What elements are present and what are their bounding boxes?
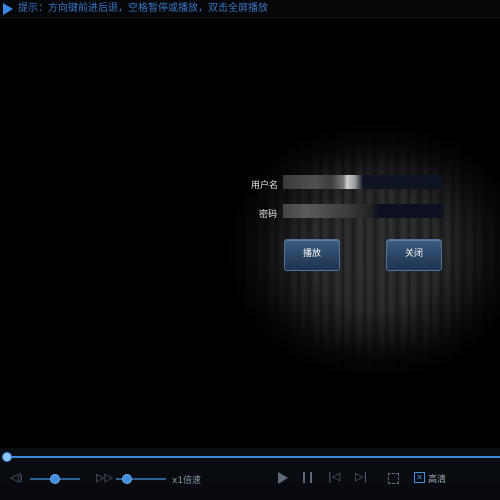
keyboard-hint-text: 提示：方向键前进后退，空格暂停或播放，双击全屏播放 [18, 3, 268, 14]
play-indicator-icon [3, 3, 13, 15]
progress-bar[interactable] [0, 448, 500, 462]
play-button[interactable]: 播放 [284, 239, 340, 271]
next-icon[interactable]: ▷| [355, 470, 367, 483]
speed-label: x1倍速 [172, 476, 202, 486]
previous-icon[interactable]: |◁ [328, 470, 340, 483]
top-hint-bar: 提示：方向键前进后退，空格暂停或播放，双击全屏播放 [0, 0, 500, 18]
control-bar: ◁) ▷▷ x1倍速 |◁ ▷| ✕ 高清 [0, 448, 500, 500]
hq-checkbox[interactable]: ✕ [414, 472, 425, 483]
progress-track [8, 456, 500, 458]
fullscreen-icon[interactable] [388, 473, 399, 484]
volume-icon[interactable]: ◁) [10, 471, 23, 484]
username-label: 用户名 [251, 181, 279, 191]
video-area[interactable]: 用户名 密码 播放 关闭 [0, 18, 500, 448]
password-label: 密码 [259, 210, 278, 220]
wood-background-image [190, 115, 500, 415]
hq-label: 高清 [428, 475, 447, 485]
close-button[interactable]: 关闭 [386, 239, 442, 271]
speed-knob[interactable] [122, 474, 132, 484]
volume-knob[interactable] [50, 474, 60, 484]
speed-icon[interactable]: ▷▷ [96, 471, 113, 484]
pause-icon[interactable] [303, 472, 312, 483]
username-field[interactable] [283, 175, 443, 189]
progress-knob[interactable] [2, 452, 12, 462]
password-field[interactable] [283, 204, 443, 218]
play-icon[interactable] [278, 472, 288, 484]
